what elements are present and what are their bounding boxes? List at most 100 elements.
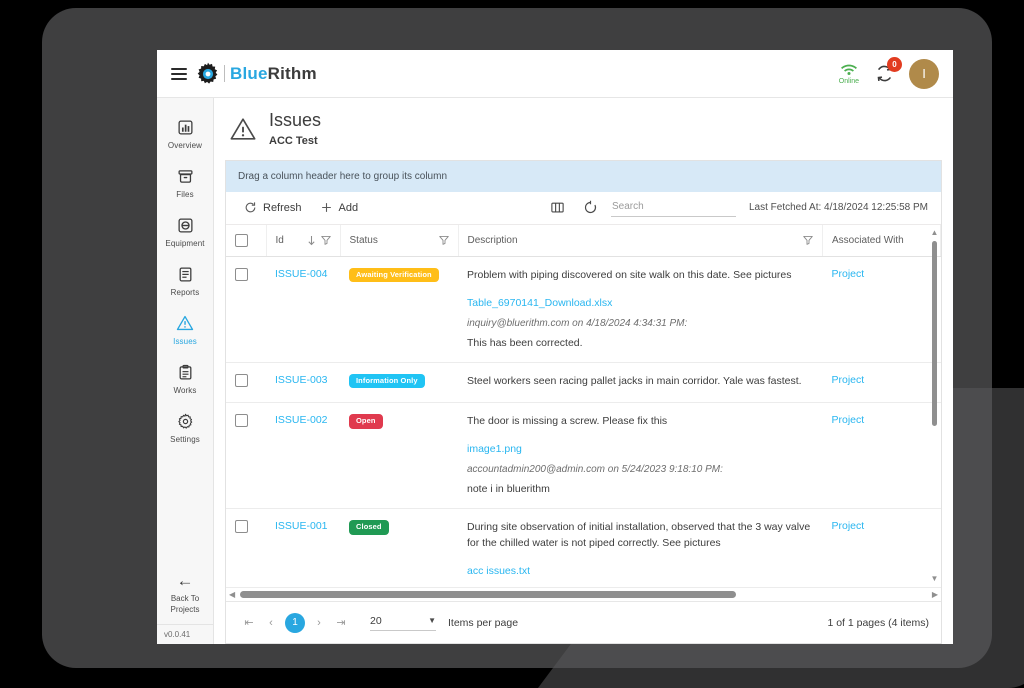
table-row[interactable]: ISSUE-002 Open The door is missing a screw…: [226, 402, 941, 510]
row-select-cell[interactable]: [226, 402, 266, 510]
column-header-select-all[interactable]: [226, 224, 267, 257]
back-to-projects-button[interactable]: ← Back To Projects: [157, 566, 213, 624]
column-header-status[interactable]: Status: [340, 224, 459, 257]
attachment-link[interactable]: acc issues.txt: [467, 565, 814, 577]
sidebar-item-settings[interactable]: Settings: [157, 402, 213, 451]
issue-id-link[interactable]: ISSUE-002: [275, 414, 328, 426]
sidebar-item-overview[interactable]: Overview: [157, 108, 213, 157]
table-row[interactable]: ISSUE-003 Information Only Steel workers s…: [226, 362, 941, 404]
hamburger-menu-icon[interactable]: [171, 67, 187, 80]
next-page-button[interactable]: ›: [308, 612, 330, 634]
row-checkbox[interactable]: [235, 414, 248, 428]
sidebar-item-label: Files: [176, 190, 194, 199]
app-logo[interactable]: BlueRithm: [196, 62, 317, 86]
sidebar-item-works[interactable]: Works: [157, 353, 213, 402]
horizontal-scrollbar-thumb[interactable]: [240, 591, 736, 598]
row-checkbox[interactable]: [235, 373, 248, 387]
sidebar-item-label: Equipment: [165, 239, 205, 248]
column-header-description[interactable]: Description: [458, 224, 823, 257]
filter-icon[interactable]: [803, 235, 813, 246]
horizontal-scrollbar-track[interactable]: [239, 591, 928, 598]
brand-part-rithm: Rithm: [267, 64, 317, 83]
sync-badge-count: 0: [887, 56, 902, 72]
attachment-link[interactable]: Table_6970141_Download.xlsx: [467, 297, 814, 309]
sidebar-item-issues[interactable]: Issues: [157, 304, 213, 353]
table-row[interactable]: ISSUE-004 Awaiting Verification Problem wi…: [226, 256, 941, 363]
back-label-line2: Projects: [170, 605, 200, 615]
issue-id-link[interactable]: ISSUE-003: [275, 374, 328, 386]
horizontal-scrollbar[interactable]: ◀ ▶: [226, 587, 941, 601]
page-number-1[interactable]: 1: [285, 612, 305, 633]
column-label: Id: [275, 234, 284, 246]
status-cell: Open: [340, 402, 458, 510]
associated-with-link[interactable]: Project: [832, 268, 865, 280]
comment-text: note i in bluerithm: [467, 483, 550, 496]
add-button[interactable]: Add: [311, 197, 368, 218]
scroll-up-icon[interactable]: ▲: [930, 228, 939, 237]
reset-icon[interactable]: [574, 197, 607, 218]
first-page-button[interactable]: ⇤: [238, 612, 260, 634]
description-cell: During site observation of initial insta…: [458, 508, 823, 587]
description-text: The door is missing a screw. Please fix …: [467, 415, 668, 428]
sidebar-item-equipment[interactable]: Equipment: [157, 206, 213, 255]
sidebar-item-reports[interactable]: Reports: [157, 255, 213, 304]
page-title-block: Issues ACC Test: [269, 110, 321, 147]
issues-grid-card: Drag a column header here to group its c…: [225, 159, 942, 644]
gear-icon: [197, 62, 218, 84]
chevron-down-icon: ▼: [428, 616, 436, 625]
associated-with-link[interactable]: Project: [832, 374, 865, 386]
online-label: Online: [838, 77, 859, 85]
previous-page-button[interactable]: ‹: [260, 612, 282, 634]
plus-icon: [320, 201, 333, 214]
attachment-link[interactable]: image1.png: [467, 443, 814, 455]
row-select-cell[interactable]: [226, 508, 266, 587]
app-body: Overview Files Equipment Reports Issues …: [157, 98, 953, 644]
issue-id-link[interactable]: ISSUE-004: [275, 268, 328, 280]
table-header-row: Id Status Description Associated With: [226, 224, 941, 257]
equipment-icon: [177, 215, 194, 235]
connection-status: Online: [839, 63, 859, 85]
column-header-associated-with[interactable]: Associated With: [822, 224, 941, 257]
row-select-cell[interactable]: [226, 362, 266, 404]
app-version: v0.0.41: [157, 624, 213, 644]
associated-with-cell: Project: [822, 256, 941, 363]
gear-icon: [177, 411, 194, 431]
group-panel[interactable]: Drag a column header here to group its c…: [226, 160, 941, 192]
page-size-select[interactable]: 20 ▼: [370, 615, 436, 631]
status-cell: Awaiting Verification: [340, 256, 458, 363]
vertical-scrollbar-thumb[interactable]: [932, 240, 937, 426]
select-all-checkbox[interactable]: [235, 233, 248, 247]
issue-id-link[interactable]: ISSUE-001: [275, 520, 328, 532]
user-avatar[interactable]: I: [909, 58, 939, 89]
last-page-button[interactable]: ⇥: [330, 612, 352, 634]
add-label: Add: [338, 201, 359, 214]
refresh-button[interactable]: Refresh: [235, 197, 311, 218]
scroll-right-icon[interactable]: ▶: [932, 590, 938, 599]
row-select-cell[interactable]: [226, 256, 266, 363]
associated-with-link[interactable]: Project: [832, 414, 865, 426]
back-label-line1: Back To: [170, 594, 200, 604]
column-chooser-icon[interactable]: [541, 197, 574, 218]
vertical-scrollbar[interactable]: ▲ ▼: [930, 228, 939, 583]
refresh-label: Refresh: [263, 201, 302, 214]
last-fetched-label: Last Fetched At: 4/18/2024 12:25:58 PM: [748, 202, 928, 214]
description-text: During site observation of initial insta…: [467, 521, 811, 549]
comment-author: accountadmin200@admin.com on 5/24/2023 9…: [467, 464, 723, 476]
status-badge: Information Only: [349, 373, 425, 389]
sync-button[interactable]: 0: [873, 56, 902, 85]
archive-icon: [177, 166, 194, 186]
table-row[interactable]: ISSUE-001 Closed During site observation o…: [226, 508, 941, 587]
row-checkbox[interactable]: [235, 267, 248, 281]
column-header-icons: [803, 235, 813, 246]
search-input[interactable]: [610, 198, 736, 218]
description-text: Steel workers seen racing pallet jacks i…: [467, 374, 802, 387]
scroll-down-icon[interactable]: ▼: [930, 575, 939, 583]
sort-down-icon[interactable]: [307, 235, 316, 246]
column-header-id[interactable]: Id: [266, 224, 341, 257]
filter-icon[interactable]: [320, 235, 331, 246]
sidebar-item-files[interactable]: Files: [157, 157, 213, 206]
filter-icon[interactable]: [438, 235, 449, 246]
associated-with-link[interactable]: Project: [832, 520, 865, 532]
row-checkbox[interactable]: [235, 520, 248, 534]
scroll-left-icon[interactable]: ◀: [229, 590, 235, 599]
